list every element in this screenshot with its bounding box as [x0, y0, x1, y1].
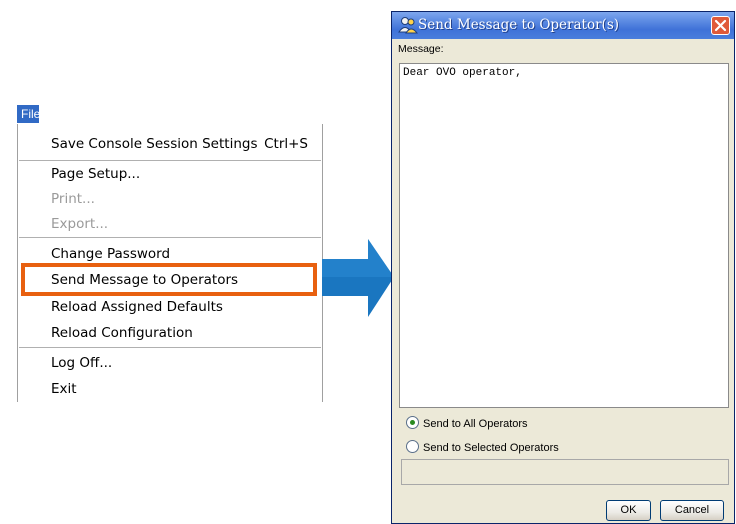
operator-people-icon: [398, 17, 418, 34]
dialog-titlebar[interactable]: Send Message to Operator(s): [392, 12, 734, 39]
menu-separator: [19, 237, 321, 238]
right-arrow: [322, 239, 394, 317]
ok-button[interactable]: OK: [606, 500, 651, 521]
file-menu-title[interactable]: File: [17, 105, 40, 123]
menu-item-log-off[interactable]: Log Off...: [18, 350, 322, 376]
menu-item-reload-assigned-defaults[interactable]: Reload Assigned Defaults: [18, 294, 322, 320]
message-textarea[interactable]: Dear OVO operator,: [399, 63, 729, 408]
close-x-icon: [714, 19, 727, 32]
send-to-selected-operators-radio[interactable]: Send to Selected Operators: [406, 440, 559, 456]
send-to-all-operators-radio[interactable]: Send to All Operators: [406, 416, 528, 432]
menu-item-shortcut: Ctrl+S: [264, 136, 308, 152]
selected-operators-field: [401, 459, 729, 485]
send-message-dialog: Send Message to Operator(s) Message: Dea…: [391, 11, 735, 524]
cancel-button[interactable]: Cancel: [660, 500, 724, 521]
radio-unchecked-icon: [406, 440, 419, 453]
menu-separator: [19, 347, 321, 348]
menu-item-reload-configuration[interactable]: Reload Configuration: [18, 320, 322, 346]
highlight-box: [21, 263, 317, 296]
menu-item-export: Export...: [51, 216, 109, 232]
radio-label: Send to All Operators: [423, 418, 528, 430]
menu-item-exit[interactable]: Exit: [18, 376, 322, 402]
menu-item-print: Print...: [51, 191, 95, 207]
radio-label: Send to Selected Operators: [423, 442, 559, 454]
menu-item-page-setup[interactable]: Page Setup...: [18, 161, 322, 187]
menu-item-label: Save Console Session Settings: [51, 136, 258, 152]
menu-item-save-console-session-settings[interactable]: Save Console Session Settings Ctrl+S: [18, 131, 322, 157]
message-label: Message:: [398, 43, 444, 55]
dialog-title: Send Message to Operator(s): [418, 17, 620, 33]
radio-checked-icon: [406, 416, 419, 429]
close-button[interactable]: [711, 16, 730, 35]
